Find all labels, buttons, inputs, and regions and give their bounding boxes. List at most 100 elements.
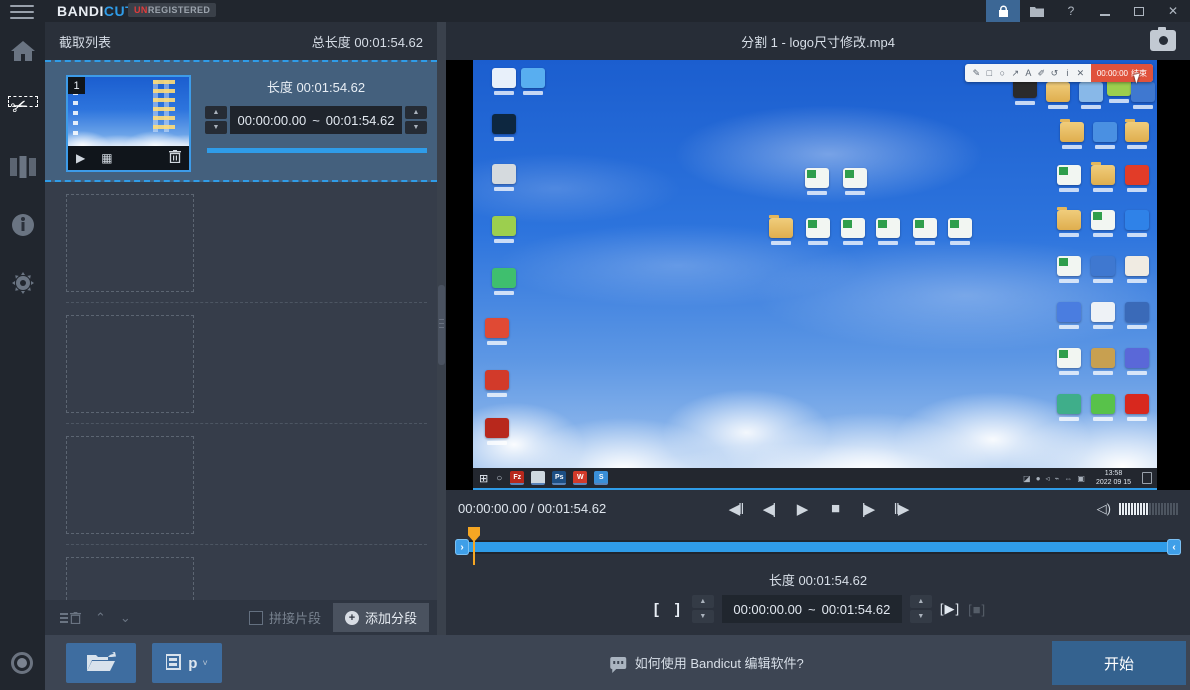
move-up-button[interactable]: ⌃ xyxy=(95,610,106,626)
clip-delete-icon[interactable] xyxy=(169,150,181,166)
app-icon xyxy=(1079,82,1103,102)
help-text: 如何使用 Bandicut 编辑软件? xyxy=(635,653,804,672)
sidebar-item-join[interactable] xyxy=(0,138,45,196)
app-logo: BANDICUT xyxy=(57,3,134,19)
menu-icon[interactable] xyxy=(10,5,34,19)
clear-list-button[interactable] xyxy=(60,612,81,624)
empty-slot-container xyxy=(45,182,437,600)
empty-slot-placeholder[interactable] xyxy=(66,194,194,292)
add-segment-button[interactable]: + 添加分段 xyxy=(333,603,429,632)
empty-slot-placeholder[interactable] xyxy=(66,315,194,413)
scrollbar-thumb[interactable] xyxy=(438,285,445,365)
selection-range-input[interactable]: 00:00:00.00 ~ 00:01:54.62 xyxy=(722,595,902,623)
stepper-down-button[interactable]: ▼ xyxy=(910,610,932,623)
clip-play-icon[interactable]: ▶ xyxy=(76,151,85,165)
empty-slot-placeholder[interactable] xyxy=(66,557,194,600)
tray-icon: ⇔ xyxy=(1064,474,1072,483)
stepper-up-button[interactable]: ▲ xyxy=(205,106,227,119)
stepper-up-button[interactable]: ▲ xyxy=(692,595,714,608)
clip-frames-icon[interactable]: ▦ xyxy=(101,151,111,165)
stepper-up-button[interactable]: ▲ xyxy=(910,595,932,608)
timeline-selection[interactable] xyxy=(469,542,1167,552)
clip-thumbnail[interactable]: 1 ▶ ▦ xyxy=(66,75,191,172)
sidebar-item-cut-active[interactable]: ✂ xyxy=(0,80,45,138)
sidebar-item-home[interactable] xyxy=(0,22,45,80)
volume-bar xyxy=(1140,503,1142,515)
record-icon[interactable] xyxy=(11,652,33,674)
clip-list-scrollbar[interactable] xyxy=(437,22,446,635)
step-back-keyframe-button[interactable]: ◀‖ xyxy=(724,500,748,518)
minimize-button[interactable] xyxy=(1088,0,1122,22)
clip-list-header: 截取列表 总长度 00:01:54.62 xyxy=(45,22,437,60)
sidebar-item-info[interactable] xyxy=(0,196,45,254)
merge-label: 拼接片段 xyxy=(269,608,321,627)
lock-icon xyxy=(998,5,1009,18)
clip-range-input[interactable]: 00:00:00.00 ~ 00:01:54.62 xyxy=(230,106,402,134)
timeline-playhead[interactable] xyxy=(468,527,480,565)
empty-slot-placeholder[interactable] xyxy=(66,436,194,534)
start-menu-icon: ⊞ xyxy=(479,472,488,485)
volume-bar xyxy=(1143,503,1145,515)
step-forward-keyframe-button[interactable]: ‖▶ xyxy=(889,500,913,518)
help-link[interactable]: 如何使用 Bandicut 编辑软件? xyxy=(610,635,804,690)
clip-index-badge: 1 xyxy=(68,77,85,94)
help-button[interactable]: ? xyxy=(1054,0,1088,22)
total-length-label: 总长度 00:01:54.62 xyxy=(312,32,423,51)
step-forward-frame-button[interactable]: |▶ xyxy=(856,500,880,518)
tray-icon: ⌁ xyxy=(1055,474,1060,483)
set-start-button[interactable]: [ xyxy=(650,601,663,618)
output-preset-button[interactable]: p ˅ xyxy=(152,643,222,683)
step-back-frame-button[interactable]: ◀| xyxy=(757,500,781,518)
tray-icon: ◃ xyxy=(1046,474,1050,483)
volume-bar xyxy=(1161,503,1163,515)
stepper-down-button[interactable]: ▼ xyxy=(692,610,714,623)
doc-icon xyxy=(876,218,900,238)
volume-bar xyxy=(1167,503,1169,515)
sidebar-item-settings[interactable] xyxy=(0,254,45,312)
speaker-icon[interactable]: ◁) xyxy=(1097,501,1111,517)
tray-icon: ◪ xyxy=(1023,474,1031,483)
film-preset-icon xyxy=(166,652,188,674)
snapshot-button[interactable] xyxy=(1150,30,1176,51)
set-end-button[interactable]: ] xyxy=(671,601,684,618)
tray-icons: ◪●◃⌁⇔▣ xyxy=(1023,474,1085,483)
start-button[interactable]: 开始 xyxy=(1052,641,1186,685)
add-segment-label: 添加分段 xyxy=(365,608,417,627)
timeline-start-handle[interactable]: › xyxy=(455,539,469,555)
register-lock-button[interactable] xyxy=(986,0,1020,22)
app-icon xyxy=(492,216,516,236)
system-tray: ◪●◃⌁⇔▣ 13:58 2022 09 15 xyxy=(1023,469,1157,487)
stepper-down-button[interactable]: ▼ xyxy=(205,121,227,134)
video-zone: ✎□○↗A✐↺i✕ 00:00:00 结束 ⊞ ○ FzPsWS ◪●◃⌁⇔▣ … xyxy=(446,60,1190,490)
close-button[interactable]: ✕ xyxy=(1156,0,1190,22)
timeline-end-handle[interactable]: ‹ xyxy=(1167,539,1181,555)
move-down-button[interactable]: ⌄ xyxy=(120,610,131,626)
app-icon xyxy=(1125,210,1149,230)
play-selection-button[interactable]: [▶] xyxy=(940,601,960,617)
open-file-button-footer[interactable] xyxy=(66,643,136,683)
camera-icon xyxy=(1159,36,1168,45)
stepper-down-button[interactable]: ▼ xyxy=(405,121,427,134)
stop-button[interactable]: ■ xyxy=(823,500,847,518)
stop-selection-button[interactable]: [■] xyxy=(968,602,986,617)
clip-item-selected[interactable]: 1 ▶ ▦ 长度 00:01:54.62 ▲▼ xyxy=(45,60,437,182)
volume-bar xyxy=(1146,503,1148,515)
play-button[interactable]: ▶ xyxy=(790,500,814,518)
video-preview[interactable]: ✎□○↗A✐↺i✕ 00:00:00 结束 ⊞ ○ FzPsWS ◪●◃⌁⇔▣ … xyxy=(473,60,1157,490)
plus-icon: + xyxy=(345,611,359,625)
cloud-bank xyxy=(473,300,1157,470)
volume-slider[interactable] xyxy=(1119,503,1178,515)
merge-segments-option[interactable]: 拼接片段 xyxy=(249,608,321,627)
transport-buttons: ◀‖ ◀| ▶ ■ |▶ ‖▶ xyxy=(724,500,913,518)
volume-bar xyxy=(1119,503,1121,515)
close-icon: ✕ xyxy=(1168,4,1178,18)
merge-checkbox[interactable] xyxy=(249,611,263,625)
app-icon xyxy=(1091,394,1115,414)
open-file-button[interactable] xyxy=(1020,0,1054,22)
maximize-button[interactable] xyxy=(1122,0,1156,22)
info-icon xyxy=(11,213,35,237)
stepper-up-button[interactable]: ▲ xyxy=(405,106,427,119)
clip-thumbnail-image xyxy=(68,77,189,149)
clock-date: 2022 09 15 xyxy=(1096,479,1131,486)
recorder-tool-icon: i xyxy=(1061,68,1074,79)
